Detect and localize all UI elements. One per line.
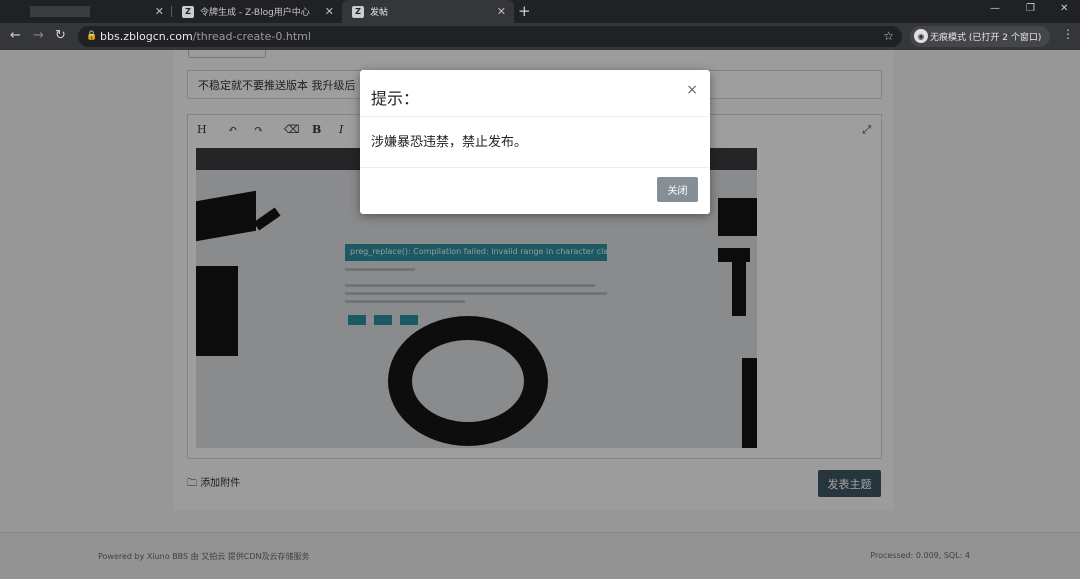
close-window-icon[interactable]: ✕ — [1060, 3, 1068, 14]
url-path: /thread-create-0.html — [192, 30, 311, 43]
browser-menu-icon[interactable]: ⋮ — [1062, 27, 1074, 41]
close-tab-icon[interactable]: ✕ — [155, 5, 164, 18]
zblog-favicon-icon: Z — [182, 5, 194, 18]
new-tab-button[interactable]: + — [518, 2, 531, 20]
dialog-message: 涉嫌暴恐违禁，禁止发布。 — [371, 135, 528, 150]
tab-bar: ✕ Z 令牌生成 - Z-Blog用户中心 ✕ Z 发帖 ✕ + — ❐ ✕ — [0, 0, 1080, 23]
forward-arrow-icon[interactable]: → — [33, 28, 44, 43]
incognito-indicator[interactable]: ◉ 无痕模式 (已打开 2 个窗口) — [910, 26, 1050, 47]
close-tab-icon[interactable]: ✕ — [497, 5, 506, 18]
back-arrow-icon[interactable]: ← — [10, 28, 21, 43]
close-tab-icon[interactable]: ✕ — [325, 5, 334, 18]
reload-icon[interactable]: ↻ — [55, 28, 66, 43]
lock-icon: 🔒 — [86, 31, 98, 41]
address-bar[interactable]: 🔒 bbs.zblogcn.com/thread-create-0.html ☆ — [78, 26, 902, 47]
tab-label: 发帖 — [370, 8, 389, 18]
tab-blurred[interactable]: ✕ — [0, 0, 172, 23]
tab-post[interactable]: Z 发帖 ✕ — [342, 0, 514, 23]
blurred-tab-title — [30, 6, 90, 17]
tab-label: 令牌生成 - Z-Blog用户中心 — [200, 8, 310, 18]
incognito-label: 无痕模式 (已打开 2 个窗口) — [930, 33, 1042, 43]
url-host: bbs.zblogcn.com — [100, 30, 193, 43]
dialog-title: 提示： — [371, 89, 420, 108]
incognito-icon: ◉ — [914, 29, 928, 43]
address-toolbar: ← → ↻ 🔒 bbs.zblogcn.com/thread-create-0.… — [0, 23, 1080, 50]
close-button[interactable]: 关闭 — [657, 177, 698, 202]
restore-icon[interactable]: ❐ — [1026, 3, 1035, 14]
bookmark-star-icon[interactable]: ☆ — [883, 29, 894, 43]
close-icon[interactable]: × — [686, 82, 698, 98]
tab-token-generation[interactable]: Z 令牌生成 - Z-Blog用户中心 ✕ — [172, 0, 342, 23]
zblog-favicon-icon: Z — [352, 5, 364, 18]
minimize-icon[interactable]: — — [990, 3, 1000, 14]
alert-dialog: 提示： × 涉嫌暴恐违禁，禁止发布。 关闭 — [360, 70, 710, 214]
